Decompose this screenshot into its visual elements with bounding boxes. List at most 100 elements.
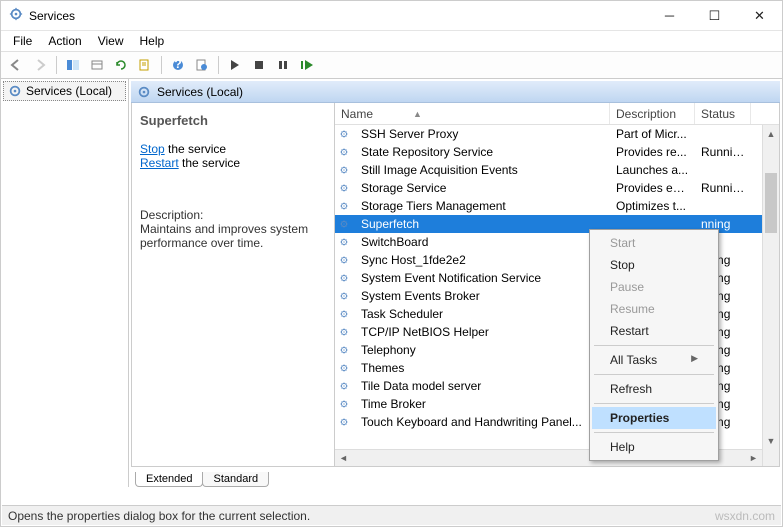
service-icon	[335, 181, 355, 195]
service-desc-cell: Launches a...	[610, 163, 695, 177]
service-icon	[335, 379, 355, 393]
service-row[interactable]: Storage Tiers ManagementOptimizes t...	[335, 197, 779, 215]
scroll-left-icon[interactable]: ◄	[335, 450, 352, 466]
service-icon	[335, 343, 355, 357]
toolbar: ?	[1, 51, 782, 79]
menu-view[interactable]: View	[90, 32, 132, 50]
service-desc-cell: Part of Micr...	[610, 127, 695, 141]
tab-standard[interactable]: Standard	[202, 472, 269, 487]
close-button[interactable]: ✕	[737, 1, 782, 31]
description-text: Maintains and improves system performanc…	[140, 222, 326, 250]
ctx-stop[interactable]: Stop	[592, 254, 716, 276]
service-name-cell: Task Scheduler	[355, 307, 610, 321]
service-desc-cell: Provides en...	[610, 181, 695, 195]
description-label: Description:	[140, 208, 326, 222]
scroll-up-icon[interactable]: ▲	[763, 125, 779, 142]
service-icon	[335, 325, 355, 339]
show-hide-tree-button[interactable]	[62, 54, 84, 76]
service-name-cell: Tile Data model server	[355, 379, 610, 393]
pause-service-button[interactable]	[272, 54, 294, 76]
ctx-properties[interactable]: Properties	[592, 407, 716, 429]
sort-arrow-icon: ▲	[413, 109, 422, 119]
ctx-help[interactable]: Help	[592, 436, 716, 458]
ctx-all-tasks[interactable]: All Tasks▶	[592, 349, 716, 371]
service-icon	[335, 289, 355, 303]
service-icon	[335, 415, 355, 429]
service-status-cell: Running	[695, 181, 751, 195]
status-bar: Opens the properties dialog box for the …	[2, 505, 781, 525]
start-service-button[interactable]	[224, 54, 246, 76]
restart-service-button[interactable]	[296, 54, 318, 76]
stop-link[interactable]: Stop	[140, 142, 165, 156]
service-row[interactable]: State Repository ServiceProvides re...Ru…	[335, 143, 779, 161]
ctx-restart[interactable]: Restart	[592, 320, 716, 342]
back-button[interactable]	[5, 54, 27, 76]
service-icon	[335, 217, 355, 231]
ctx-start: Start	[592, 232, 716, 254]
service-desc-cell: Optimizes t...	[610, 199, 695, 213]
refresh-button[interactable]	[110, 54, 132, 76]
service-icon	[335, 145, 355, 159]
svg-text:?: ?	[174, 58, 181, 71]
column-status[interactable]: Status	[695, 103, 751, 124]
menu-bar: File Action View Help	[1, 31, 782, 51]
menu-action[interactable]: Action	[40, 32, 89, 50]
minimize-button[interactable]: ─	[647, 1, 692, 31]
service-name-cell: SwitchBoard	[355, 235, 610, 249]
ctx-refresh[interactable]: Refresh	[592, 378, 716, 400]
forward-button[interactable]	[29, 54, 51, 76]
app-icon	[9, 7, 23, 24]
service-row[interactable]: SSH Server ProxyPart of Micr...	[335, 125, 779, 143]
export-list-button[interactable]	[86, 54, 108, 76]
pane-header-title: Services (Local)	[157, 85, 243, 99]
service-name-cell: Time Broker	[355, 397, 610, 411]
tree-node-services-local[interactable]: Services (Local)	[3, 81, 126, 101]
service-name-cell: System Events Broker	[355, 289, 610, 303]
service-icon	[335, 253, 355, 267]
view-tabs: Extended Standard	[131, 467, 780, 487]
service-icon	[335, 307, 355, 321]
service-row[interactable]: Storage ServiceProvides en...Running	[335, 179, 779, 197]
ctx-pause: Pause	[592, 276, 716, 298]
stop-service-button[interactable]	[248, 54, 270, 76]
service-name-cell: System Event Notification Service	[355, 271, 610, 285]
ctx-resume: Resume	[592, 298, 716, 320]
service-status-cell: Running	[695, 145, 751, 159]
title-bar: Services ─ ☐ ✕	[1, 1, 782, 31]
service-row[interactable]: Still Image Acquisition EventsLaunches a…	[335, 161, 779, 179]
service-name-cell: State Repository Service	[355, 145, 610, 159]
vertical-scrollbar[interactable]: ▲ ▼	[762, 125, 779, 466]
ctx-separator	[594, 374, 714, 375]
pane-header: Services (Local)	[131, 81, 780, 103]
selected-service-name: Superfetch	[140, 113, 326, 128]
menu-help[interactable]: Help	[132, 32, 173, 50]
service-name-cell: TCP/IP NetBIOS Helper	[355, 325, 610, 339]
service-name-cell: Storage Tiers Management	[355, 199, 610, 213]
service-name-cell: Telephony	[355, 343, 610, 357]
scroll-down-icon[interactable]: ▼	[763, 432, 779, 449]
service-icon	[335, 271, 355, 285]
service-name-cell: SSH Server Proxy	[355, 127, 610, 141]
status-text: Opens the properties dialog box for the …	[8, 509, 310, 523]
ctx-separator	[594, 403, 714, 404]
console-tree: Services (Local)	[1, 79, 129, 487]
scroll-right-icon[interactable]: ►	[745, 450, 762, 466]
service-icon	[335, 397, 355, 411]
column-headers: Name▲ Description Status	[335, 103, 779, 125]
help-button[interactable]: ?	[167, 54, 189, 76]
column-name[interactable]: Name▲	[335, 103, 610, 124]
services-icon	[137, 85, 151, 99]
service-name-cell: Touch Keyboard and Handwriting Panel...	[355, 415, 610, 429]
column-description[interactable]: Description	[610, 103, 695, 124]
properties-button[interactable]	[134, 54, 156, 76]
tab-extended[interactable]: Extended	[135, 472, 203, 487]
restart-link[interactable]: Restart	[140, 156, 179, 170]
tree-node-label: Services (Local)	[26, 84, 112, 98]
help-topics-button[interactable]	[191, 54, 213, 76]
service-name-cell: Superfetch	[355, 217, 610, 231]
maximize-button[interactable]: ☐	[692, 1, 737, 31]
detail-pane: Superfetch Stop the service Restart the …	[132, 103, 334, 466]
menu-file[interactable]: File	[5, 32, 40, 50]
scroll-thumb[interactable]	[765, 173, 777, 233]
ctx-separator	[594, 345, 714, 346]
